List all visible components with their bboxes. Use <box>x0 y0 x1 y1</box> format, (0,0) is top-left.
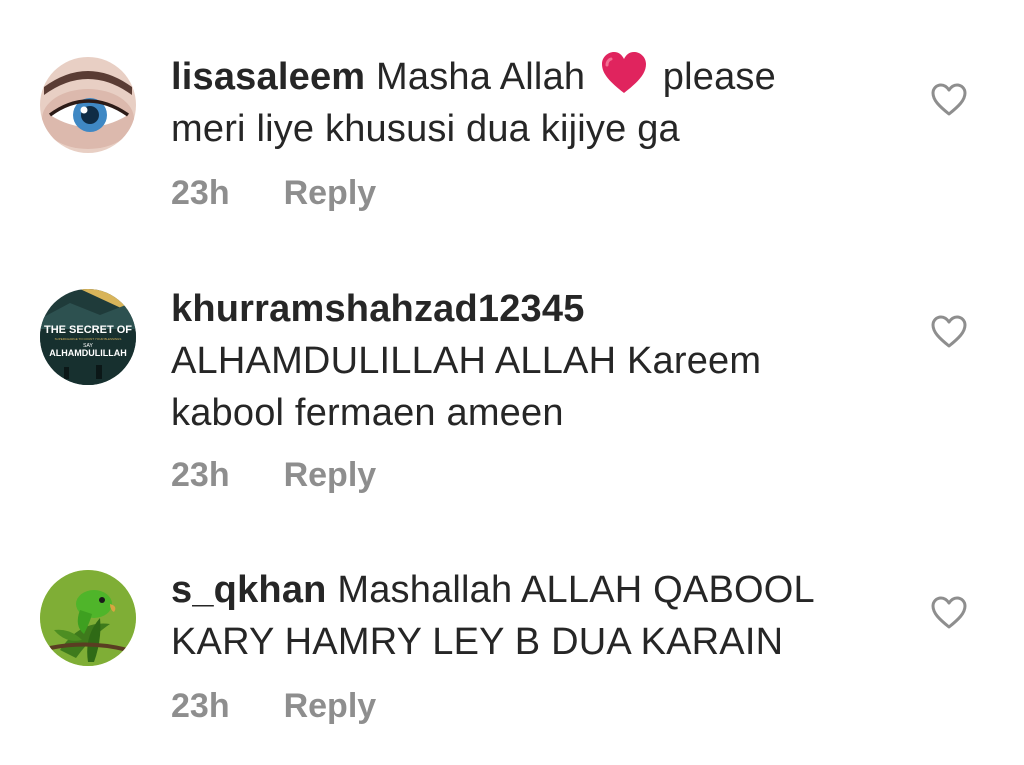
like-button[interactable] <box>930 315 968 349</box>
comment-text: Mashallah ALLAH QABOOL <box>337 569 815 611</box>
avatar[interactable] <box>40 57 136 153</box>
reply-button[interactable]: Reply <box>284 174 377 213</box>
comment-body: khurramshahzad12345 ALHAMDULILLAH ALLAH … <box>171 283 861 439</box>
comment-text: meri liye khususi dua kijiye ga <box>171 108 680 150</box>
reply-button[interactable]: Reply <box>284 456 377 495</box>
comment-text: please <box>662 56 776 98</box>
comment-username[interactable]: lisasaleem <box>171 56 365 98</box>
comment-timestamp: 23h <box>171 687 230 725</box>
heart-outline-icon <box>931 83 967 116</box>
like-button[interactable] <box>930 596 968 630</box>
comment-text: KARY HAMRY LEY B DUA KARAIN <box>171 621 784 663</box>
comment-meta: 23h Reply <box>171 456 376 495</box>
avatar-alhamdulillah-image: THE SECRET OF SUPERCHARGE TO COUNT YOUR … <box>40 289 136 385</box>
comment-text: ALHAMDULILLAH ALLAH Kareem <box>171 340 762 382</box>
red-heart-emoji-icon <box>602 52 647 93</box>
comment-username[interactable]: khurramshahzad12345 <box>171 288 585 330</box>
comment-text: Masha Allah <box>376 56 586 98</box>
avatar-parrot-image <box>40 570 136 666</box>
comment-username[interactable]: s_qkhan <box>171 569 327 611</box>
avatar[interactable] <box>40 570 136 666</box>
comment-meta: 23h Reply <box>171 687 376 726</box>
heart-outline-icon <box>931 315 967 348</box>
comment-body: s_qkhan Mashallah ALLAH QABOOL KARY HAMR… <box>171 564 861 668</box>
like-button[interactable] <box>930 83 968 117</box>
avatar-subtitle: SUPERCHARGE TO COUNT YOUR BLESSINGS <box>55 337 122 341</box>
avatar-title: THE SECRET OF <box>44 324 132 336</box>
comment-timestamp: 23h <box>171 456 230 494</box>
avatar-caption: ALHAMDULILLAH <box>49 348 126 358</box>
reply-button[interactable]: Reply <box>284 687 377 726</box>
comment-meta: 23h Reply <box>171 174 376 213</box>
comment-timestamp: 23h <box>171 174 230 212</box>
avatar-eye-image <box>40 57 136 153</box>
avatar[interactable]: THE SECRET OF SUPERCHARGE TO COUNT YOUR … <box>40 289 136 385</box>
comment-body: lisasaleem Masha Allah please meri liye … <box>171 51 861 155</box>
comment-text: kabool fermaen ameen <box>171 392 564 434</box>
heart-outline-icon <box>931 596 967 629</box>
